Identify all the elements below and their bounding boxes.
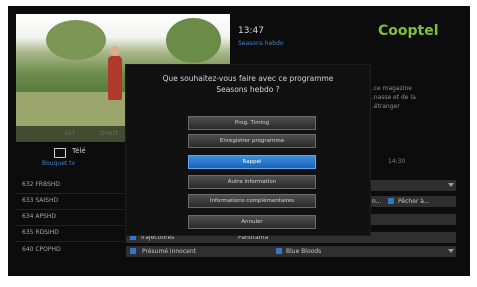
epg-cell: Blue Bloods (286, 248, 322, 255)
divider (16, 209, 124, 210)
grid-time: 14:30 (388, 158, 406, 165)
other-info-button[interactable]: Autre information (188, 175, 316, 189)
preview-tree (46, 20, 106, 60)
program-title: Seasons hebdo (238, 40, 284, 47)
program-tag-icon (130, 248, 136, 254)
channel-item[interactable]: 632 FRBSHD (22, 181, 60, 188)
clock: 13:47 (238, 26, 264, 36)
program-description: ...ce magazine ...nasse et de la ...étra… (368, 85, 416, 110)
channel-item[interactable]: 633 SAISHD (22, 197, 58, 204)
program-tag-icon (388, 198, 394, 204)
epg-row[interactable]: Présumé innocent Blue Bloods (126, 246, 456, 257)
record-button[interactable]: Enregistrer programme (188, 134, 316, 148)
more-info-button[interactable]: Informations complémentaires (188, 194, 316, 208)
channel-item[interactable]: 640 CPOPHD (22, 246, 61, 253)
prog-timing-button[interactable]: Prog. Timing (188, 116, 316, 130)
program-action-dialog: Que souhaitez-vous faire avec ce program… (126, 65, 370, 235)
preview-caption-left: 167 (64, 130, 76, 137)
channel-item[interactable]: 635 RDSIHD (22, 229, 59, 236)
epg-cell: n... (372, 198, 382, 205)
divider (16, 225, 124, 226)
chevron-down-icon (448, 249, 454, 253)
tv-icon (54, 148, 66, 158)
divider (16, 193, 124, 194)
program-tag-icon (276, 248, 282, 254)
epg-cell: Présumé innocent (142, 248, 196, 255)
divider (16, 241, 124, 242)
dialog-question: Que souhaitez-vous faire avec ce program… (162, 74, 334, 94)
preview-person (108, 56, 122, 100)
preview-person-head (110, 46, 120, 56)
cooptel-logo: Cooptel (378, 23, 439, 39)
cancel-button[interactable]: Annuler (188, 215, 316, 229)
tab-tv[interactable]: Télé Bouquet tv (16, 146, 116, 170)
tab-tv-sub: Bouquet tv (42, 160, 76, 167)
chevron-down-icon (448, 183, 454, 187)
tab-tv-label: Télé (72, 147, 86, 155)
reminder-button[interactable]: Rappel (188, 155, 316, 169)
channel-item[interactable]: 634 APSHD (22, 213, 56, 220)
tv-screen: 167 Direct 13:47 Seasons hebdo Cooptel .… (8, 6, 470, 276)
epg-cell: Pêcher à... (398, 198, 430, 205)
preview-caption-right: Direct (100, 130, 118, 137)
preview-tree (166, 18, 221, 63)
